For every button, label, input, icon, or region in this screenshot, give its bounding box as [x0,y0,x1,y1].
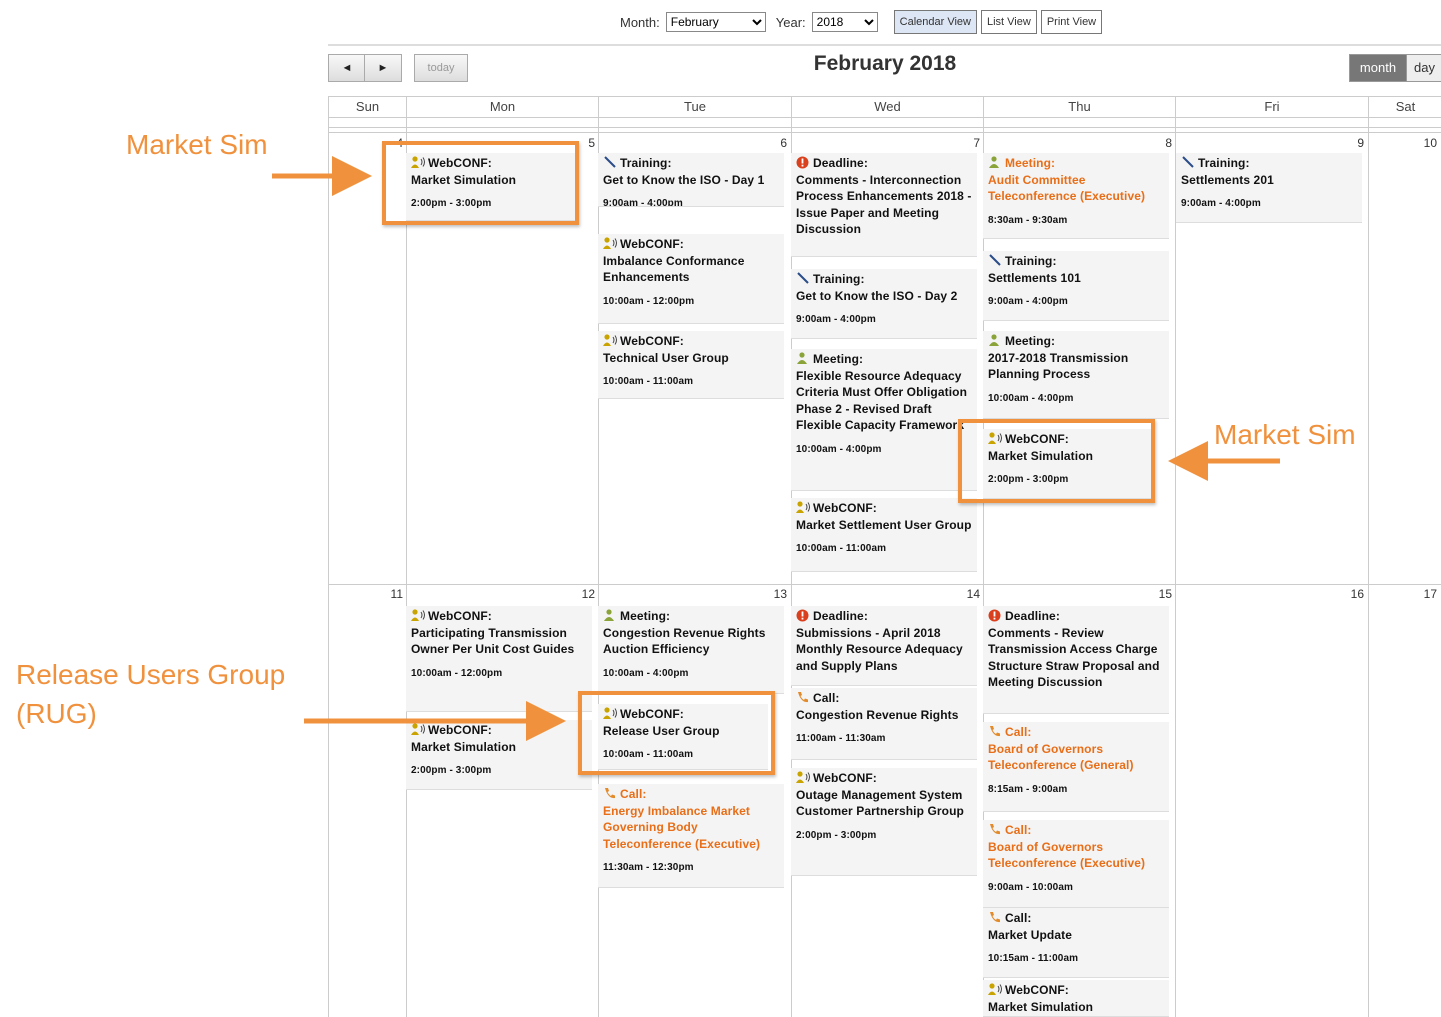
annotation-arrows [272,156,1280,741]
